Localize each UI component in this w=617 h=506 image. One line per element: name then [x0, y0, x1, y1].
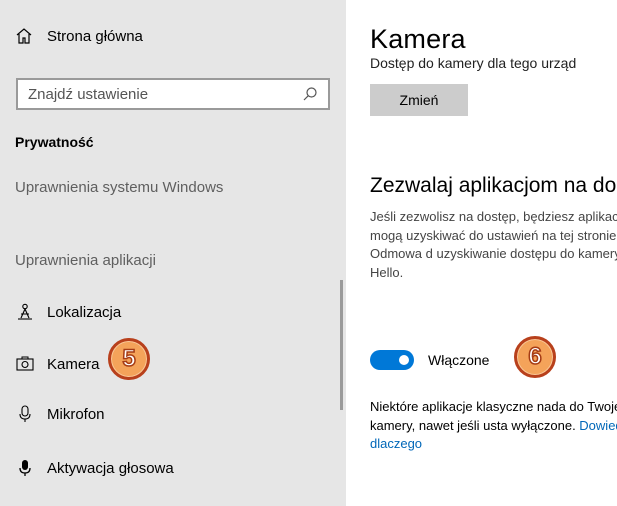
home-label: Strona główna	[47, 27, 143, 45]
settings-search[interactable]	[16, 78, 330, 110]
sidebar-item-label: Mikrofon	[47, 405, 105, 423]
camera-toggle-row: Włączone	[370, 350, 489, 370]
home-nav-item[interactable]: Strona główna	[15, 26, 143, 46]
sidebar-item-label: Kamera	[47, 355, 100, 373]
search-icon[interactable]	[298, 82, 322, 106]
sidebar-item-label: Aktywacja głosowa	[47, 459, 174, 477]
section-description: Jeśli zezwolisz na dostęp, będziesz apli…	[370, 209, 617, 280]
group-label-apps: Uprawnienia aplikacji	[15, 252, 156, 269]
camera-access-text: Dostęp do kamery dla tego urząd	[370, 55, 577, 71]
sidebar-scrollbar[interactable]	[340, 280, 343, 410]
sidebar-item-label: Lokalizacja	[47, 303, 122, 321]
toggle-knob	[399, 355, 409, 365]
page-title: Kamera	[370, 24, 617, 55]
home-icon	[15, 26, 35, 46]
camera-icon	[15, 354, 35, 374]
group-label-windows: Uprawnienia systemu Windows	[15, 179, 224, 196]
step-badge-6: 6	[514, 336, 556, 378]
camera-access-toggle[interactable]	[370, 350, 414, 370]
sidebar-item-voice-activation[interactable]: Aktywacja głosowa	[15, 458, 174, 478]
toggle-state-label: Włączone	[428, 352, 490, 368]
desktop-apps-note: Niektóre aplikacje klasyczne nada do Two…	[370, 398, 617, 454]
microphone-icon	[15, 404, 35, 424]
step-badge-5: 5	[108, 338, 150, 380]
section-title-allow-apps: Zezwalaj aplikacjom na do	[370, 174, 617, 197]
change-button[interactable]: Zmień	[370, 84, 468, 116]
section-heading-privacy: Prywatność	[15, 134, 94, 150]
location-person-icon	[15, 302, 35, 322]
sidebar-item-camera[interactable]: Kamera	[15, 354, 100, 374]
sidebar-item-microphone[interactable]: Mikrofon	[15, 404, 105, 424]
search-input[interactable]	[18, 81, 298, 107]
main-content: Dostęp do kamery dla tego urząd Kamera Z…	[346, 0, 617, 506]
settings-sidebar: Strona główna Prywatność Uprawnienia sys…	[0, 0, 346, 506]
voice-activation-icon	[15, 458, 35, 478]
sidebar-item-location[interactable]: Lokalizacja	[15, 302, 121, 322]
